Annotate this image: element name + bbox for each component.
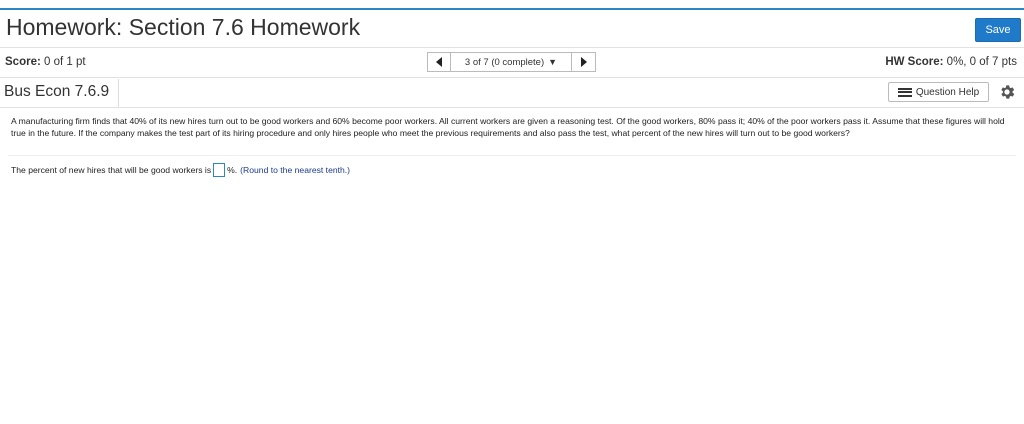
answer-prompt: The percent of new hires that will be go… <box>11 165 212 175</box>
hw-score-display: HW Score: 0%, 0 of 7 pts <box>885 56 1017 68</box>
list-icon <box>897 87 912 97</box>
question-text: A manufacturing firm finds that 40% of i… <box>11 116 1005 138</box>
triangle-right-icon <box>580 57 587 67</box>
answer-input[interactable] <box>213 163 226 177</box>
previous-question-button[interactable] <box>427 52 451 72</box>
page-title: Homework: Section 7.6 Homework <box>6 14 361 40</box>
hw-score-value: 0%, 0 of 7 pts <box>946 56 1017 68</box>
divider <box>0 77 1024 78</box>
triangle-left-icon <box>436 57 442 67</box>
top-accent-line <box>0 8 1024 10</box>
gear-icon[interactable] <box>998 83 1016 101</box>
next-question-button[interactable] <box>571 52 596 72</box>
question-selector-dropdown[interactable]: 3 of 7 (0 complete) ▼ <box>451 52 571 72</box>
answer-unit: %. <box>227 165 238 175</box>
caret-down-icon: ▼ <box>548 57 558 67</box>
save-button[interactable]: Save <box>975 18 1021 42</box>
rounding-hint: (Round to the nearest tenth.) <box>240 165 351 175</box>
divider <box>118 79 119 107</box>
hw-score-label: HW Score: <box>885 56 944 68</box>
score-display: Score: 0 of 1 pt <box>5 56 86 68</box>
question-name: Bus Econ 7.6.9 <box>4 83 110 100</box>
question-position: 3 of 7 (0 complete) <box>464 56 545 68</box>
answer-line: The percent of new hires that will be go… <box>11 163 350 177</box>
divider <box>8 155 1016 156</box>
divider <box>0 107 1024 108</box>
question-help-button[interactable]: Question Help <box>888 82 989 102</box>
score-label: Score: <box>5 56 41 68</box>
score-value: 0 of 1 pt <box>44 56 86 68</box>
question-help-label: Question Help <box>915 86 980 98</box>
divider <box>0 47 1024 48</box>
